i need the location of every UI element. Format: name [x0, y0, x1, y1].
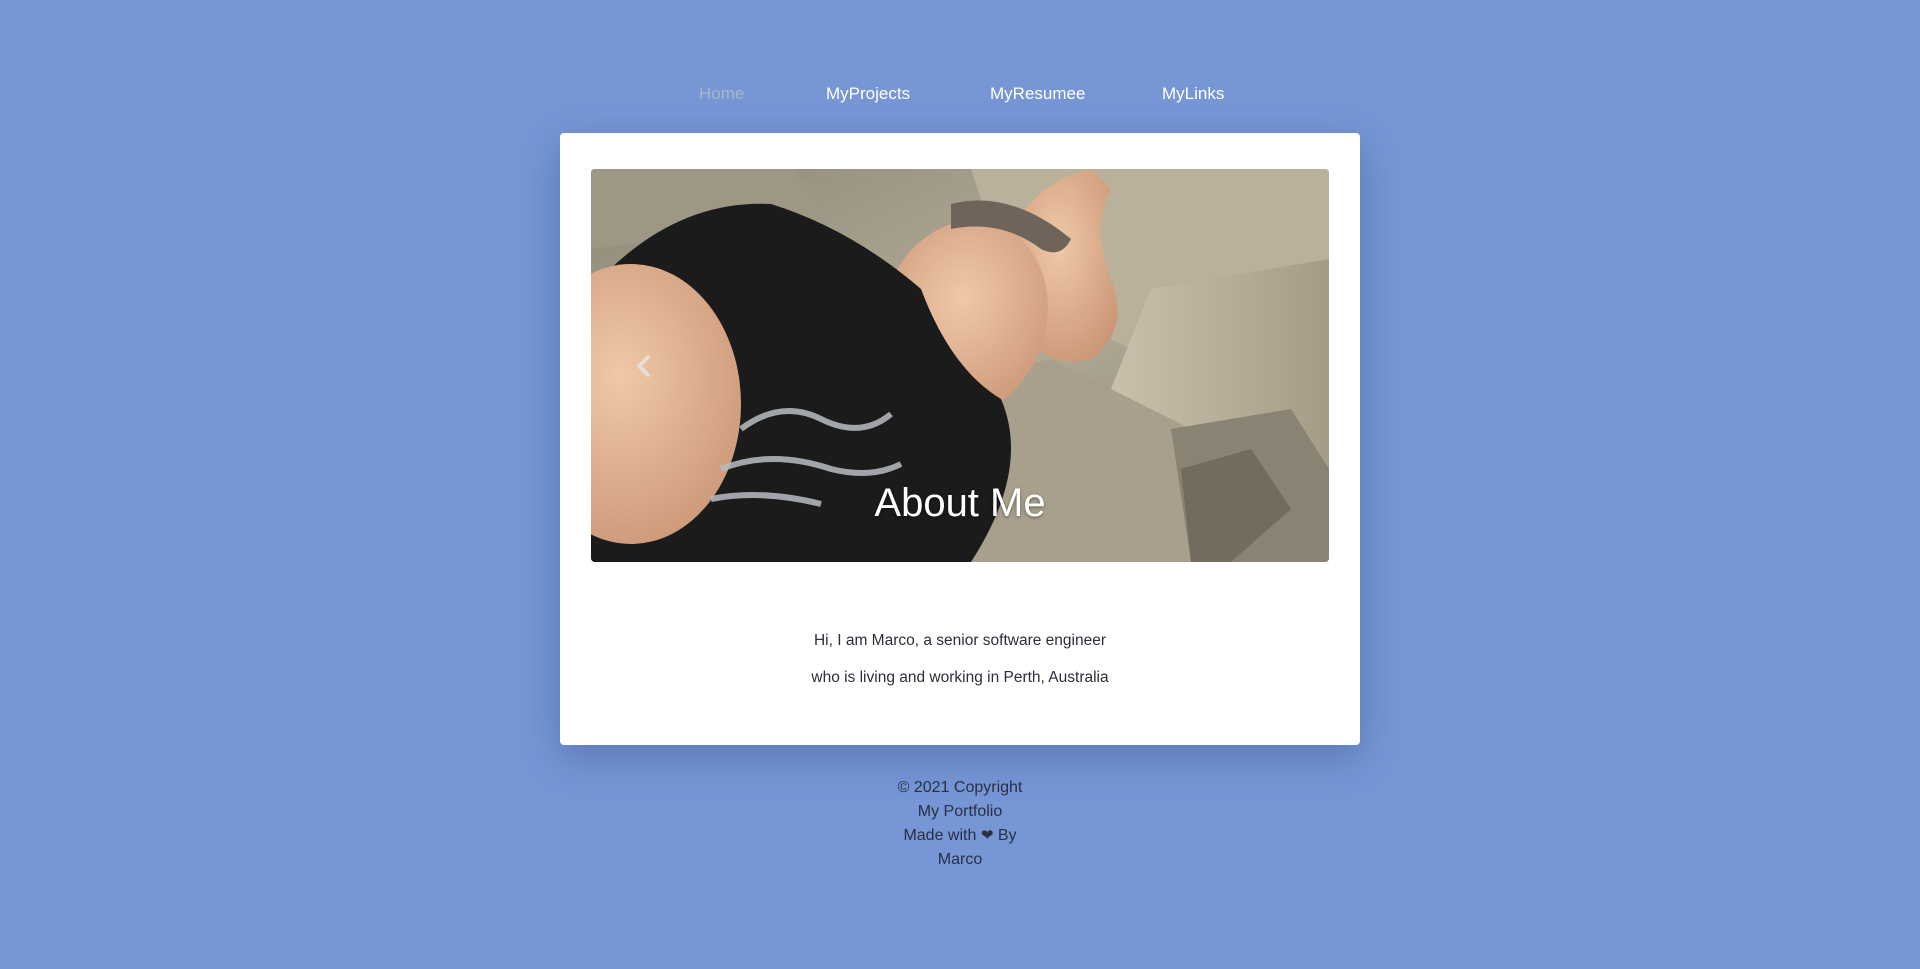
footer-copyright: © 2021 Copyright — [897, 779, 1023, 796]
made-with-suffix: By — [997, 827, 1017, 844]
intro-line-1: Hi, I am Marco, a senior software engine… — [813, 632, 1107, 649]
about-card: About Me Hi, I am Marco, a senior softwa… — [560, 133, 1360, 745]
hero-title: About Me — [874, 481, 1046, 525]
chevron-left-icon — [637, 355, 650, 377]
hero-carousel: About Me — [591, 169, 1329, 562]
nav-home-link[interactable]: Home — [699, 82, 744, 106]
nav-myresumee-link[interactable]: MyResumee — [990, 82, 1085, 106]
carousel-prev-button[interactable] — [631, 353, 657, 379]
page-footer: © 2021 Copyright My Portfolio Made with … — [0, 776, 1920, 872]
footer-site-name: My Portfolio — [917, 803, 1003, 820]
top-navigation: Home MyProjects MyResumee MyLinks — [0, 82, 1920, 110]
footer-made-with: Made with ❤ By — [0, 824, 1920, 848]
intro-line-2: who is living and working in Perth, Aust… — [811, 669, 1109, 686]
intro-text: Hi, I am Marco, a senior software engine… — [560, 622, 1360, 696]
made-with-prefix: Made with — [903, 827, 977, 844]
footer-author: Marco — [937, 851, 983, 868]
nav-mylinks-link[interactable]: MyLinks — [1162, 82, 1224, 106]
heart-icon: ❤ — [980, 827, 994, 844]
nav-myprojects-link[interactable]: MyProjects — [826, 82, 910, 106]
